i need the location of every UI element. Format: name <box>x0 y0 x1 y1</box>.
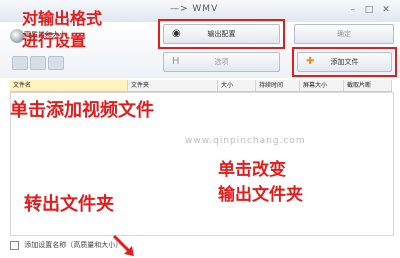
close-icon[interactable]: ✕ <box>379 3 393 17</box>
col-screen-size[interactable]: 屏幕大小 <box>300 80 344 91</box>
tool-icon-3[interactable] <box>48 56 64 70</box>
watermark: www.qinpinchang.com <box>185 136 306 146</box>
annotation-change-line-2: 输出文件夹 <box>218 185 303 205</box>
annotation-line-2: 进行设置 <box>22 31 87 50</box>
col-clip[interactable]: 截取片断 <box>344 80 392 91</box>
annotation-output-folder: 转出文件夹 <box>24 194 114 215</box>
checkbox-label: 添加设置名称（高质量和大小） <box>24 241 123 249</box>
ok-label: 确定 <box>337 30 351 38</box>
options-label: 选项 <box>214 58 229 66</box>
annotation-change-output: 单击改变 输出文件夹 <box>218 158 303 208</box>
maximize-icon[interactable]: □ <box>362 3 376 17</box>
ok-button[interactable]: 确定 <box>294 24 394 44</box>
col-size[interactable]: 大小 <box>218 80 256 91</box>
options-icon: H <box>172 56 180 67</box>
annotation-add-video: 单击添加视频文件 <box>10 100 154 121</box>
col-duration[interactable]: 持续时间 <box>256 80 300 91</box>
options-button[interactable]: H 选项 <box>163 52 280 72</box>
annotation-format-setting: 对输出格式 进行设置 <box>22 8 102 52</box>
highlight-output-config <box>158 19 285 49</box>
col-filename[interactable]: 文件名 <box>10 80 128 91</box>
minimize-icon[interactable]: – <box>346 3 360 17</box>
highlight-add-file <box>292 47 397 77</box>
preset-name-checkbox[interactable] <box>10 240 19 250</box>
col-folder[interactable]: 文件夹 <box>128 80 218 91</box>
tool-icon-2[interactable] <box>30 56 46 70</box>
file-table-header: 文件名 文件夹 大小 持续时间 屏幕大小 截取片断 <box>10 80 392 92</box>
bottom-options: 添加设置名称（高质量和大小） <box>10 240 122 250</box>
annotation-change-line-1: 单击改变 <box>218 160 286 180</box>
arrow-icon <box>112 234 134 256</box>
annotation-line-1: 对输出格式 <box>22 9 103 28</box>
tool-icon-1[interactable] <box>12 56 28 70</box>
window-title: —> WMV <box>170 4 219 14</box>
